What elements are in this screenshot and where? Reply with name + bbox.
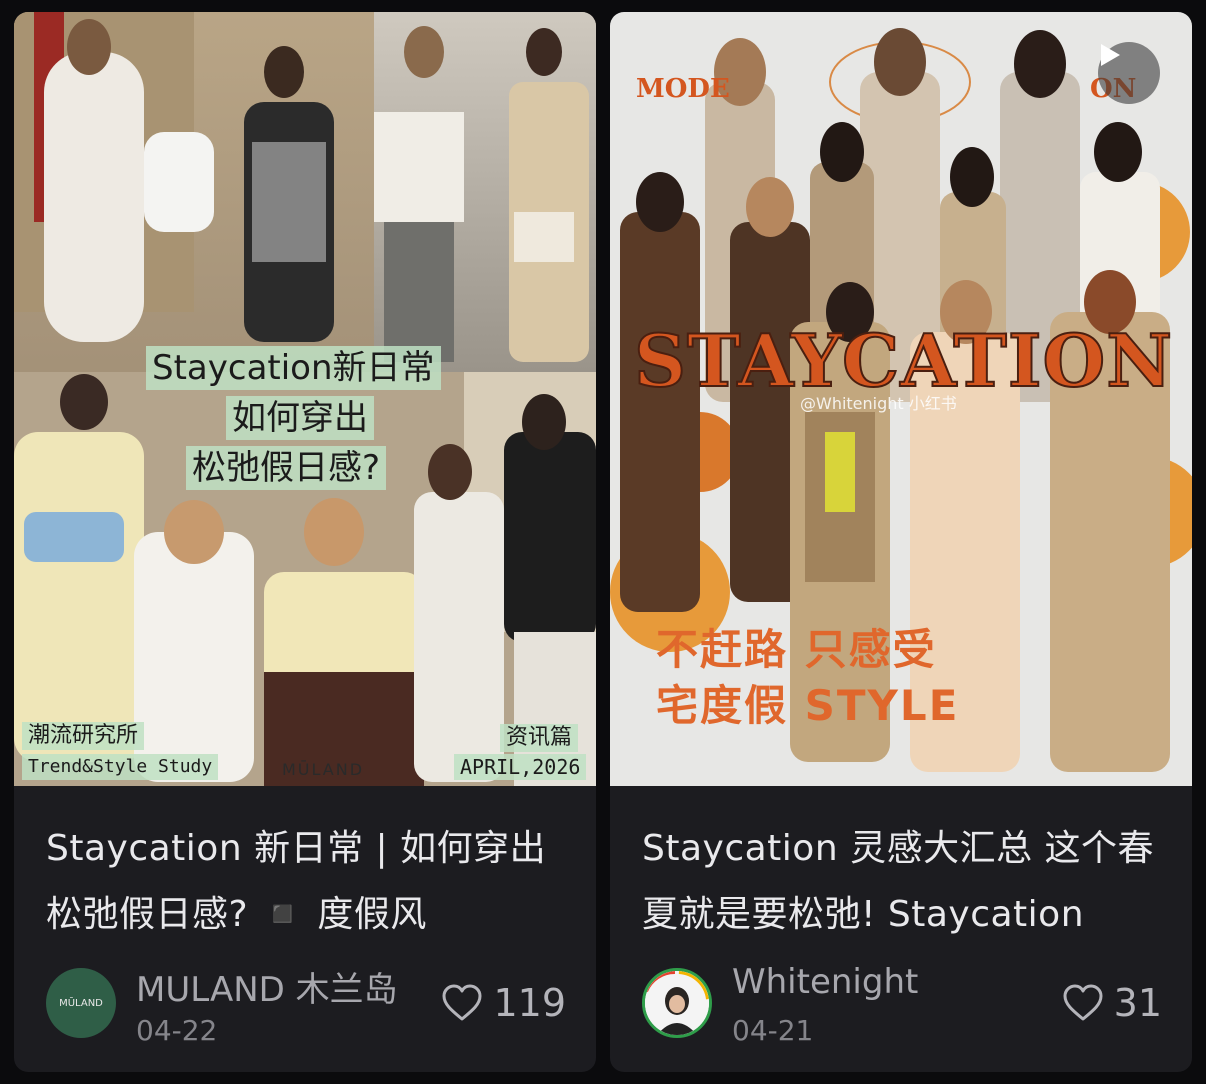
avatar-logo-text: MŪLAND — [59, 997, 103, 1009]
author-avatar[interactable] — [642, 968, 712, 1038]
cover-corner-tag-bottom-right: APRIL,2026 — [454, 754, 587, 780]
note-title[interactable]: Staycation 新日常 | 如何穿出松弛假日感? ◾️ 度假风 — [46, 816, 566, 948]
heart-icon — [1063, 984, 1103, 1021]
cover-mode-label: MODE — [636, 74, 730, 104]
like-count: 31 — [1113, 981, 1162, 1025]
cover-tagline-line-1: 不赶路 只感受 — [656, 625, 937, 674]
note-card-1[interactable]: Staycation新日常 如何穿出 松弛假日感? 潮流研究所 Trend&St… — [14, 12, 596, 1072]
play-icon — [1101, 44, 1120, 66]
cover-headline-line-2: 如何穿出 — [226, 396, 374, 440]
cover-headline-line-1: Staycation新日常 — [146, 346, 441, 390]
cover-headline-line-3: 松弛假日感? — [186, 446, 387, 490]
like-count: 119 — [493, 981, 566, 1025]
post-date: 04-21 — [732, 1014, 814, 1047]
post-date: 04-22 — [136, 1014, 218, 1047]
cover-corner-tag-top-left: 潮流研究所 — [22, 722, 145, 750]
like-button[interactable]: 31 — [1062, 978, 1162, 1028]
cover-image[interactable]: MODE ON STAYCATION @Whitenight 小红书 不赶路 只… — [610, 12, 1192, 786]
note-title[interactable]: Staycation 灵感大汇总 这个春夏就是要松弛! Staycation — [642, 816, 1162, 948]
video-play-button[interactable] — [1098, 42, 1160, 104]
cover-image[interactable]: Staycation新日常 如何穿出 松弛假日感? 潮流研究所 Trend&St… — [14, 12, 596, 786]
author-avatar[interactable]: MŪLAND — [46, 968, 116, 1038]
cover-corner-tag-bottom-left: Trend&Style Study — [22, 754, 219, 780]
cover-watermark: @Whitenight 小红书 — [800, 394, 957, 413]
cover-watermark: MŪLAND — [282, 760, 365, 779]
cover-tagline-line-2: 宅度假 STYLE — [656, 681, 960, 730]
cover-corner-tag-top-right: 资讯篇 — [500, 724, 579, 752]
author-name[interactable]: Whitenight — [732, 962, 918, 1002]
like-button[interactable]: 119 — [441, 978, 566, 1028]
author-name[interactable]: MULAND 木兰岛 — [136, 962, 398, 1011]
avatar-portrait — [645, 971, 709, 1035]
heart-icon — [442, 984, 482, 1021]
note-card-2[interactable]: MODE ON STAYCATION @Whitenight 小红书 不赶路 只… — [610, 12, 1192, 1072]
